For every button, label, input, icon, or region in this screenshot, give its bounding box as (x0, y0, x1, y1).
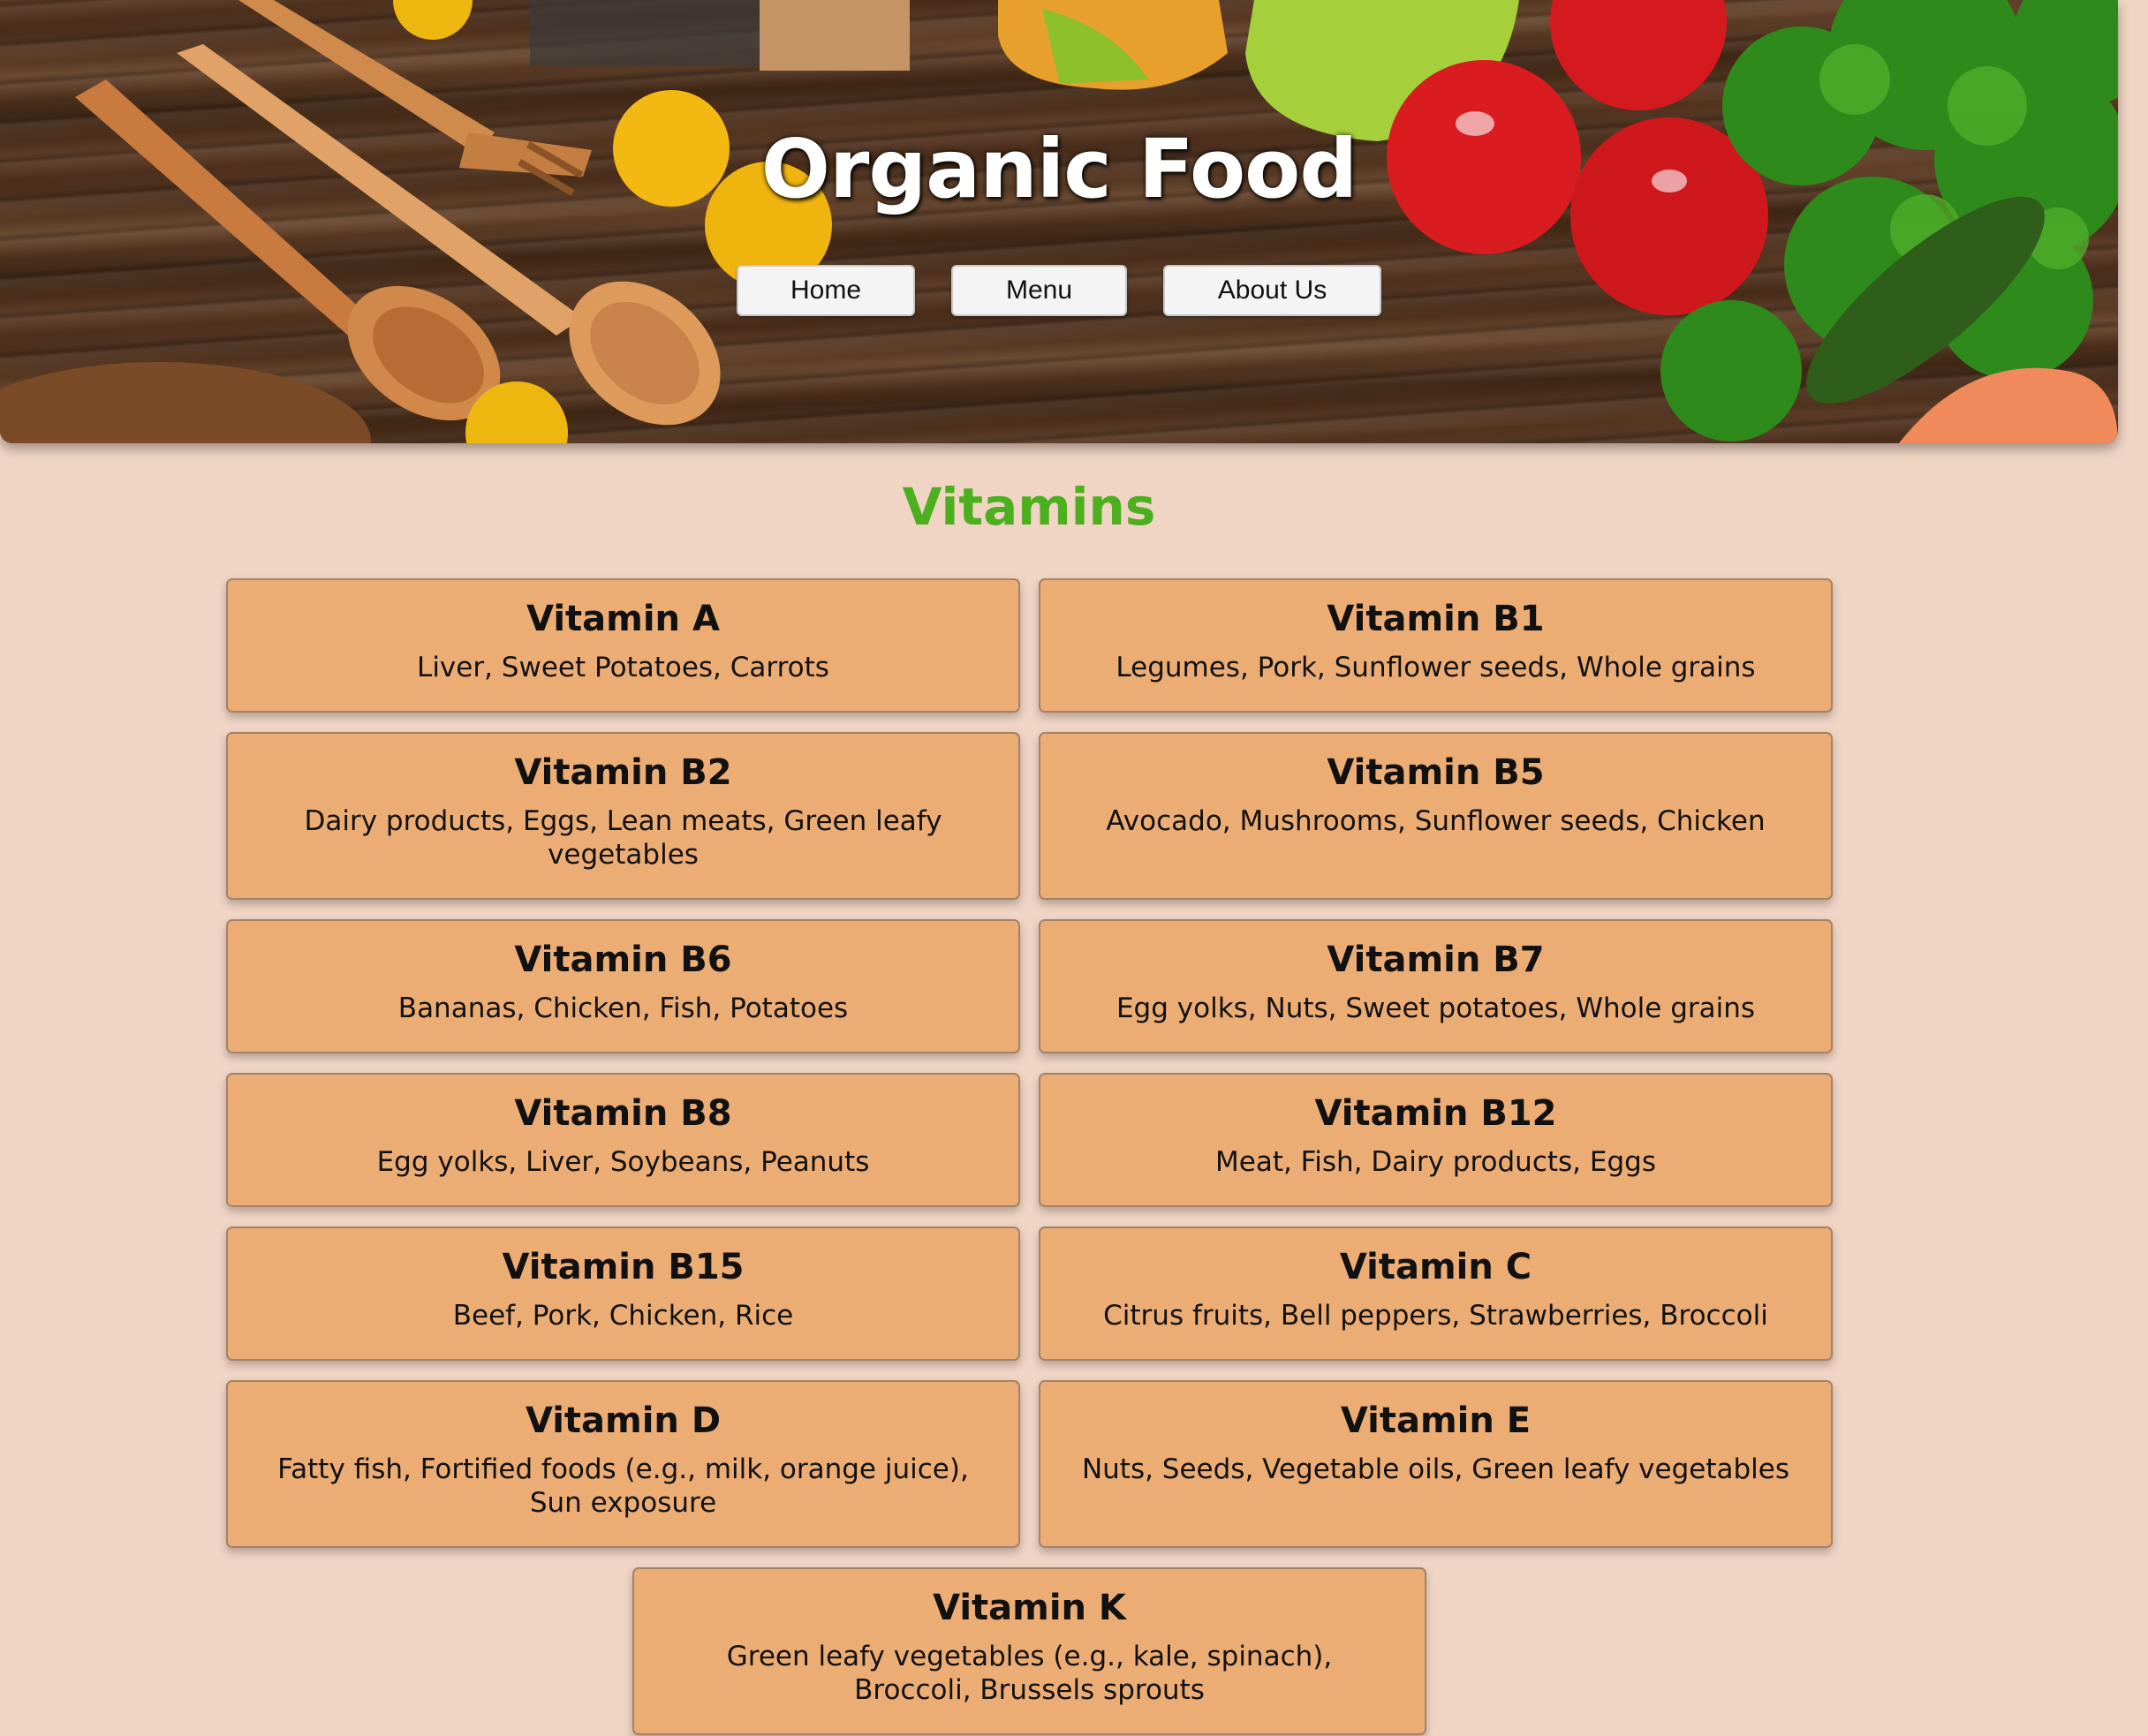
vitamin-sources: Dairy products, Eggs, Lean meats, Green … (304, 805, 942, 871)
vitamin-card-b15: Vitamin B15 Beef, Pork, Chicken, Rice (226, 1227, 1020, 1361)
vitamin-sources: Egg yolks, Nuts, Sweet potatoes, Whole g… (1116, 993, 1756, 1024)
vitamin-name: Vitamin B6 (514, 940, 732, 980)
vitamin-name: Vitamin C (1339, 1247, 1532, 1287)
nav-home-button[interactable]: Home (737, 265, 915, 316)
vitamin-name: Vitamin B15 (502, 1247, 745, 1287)
vitamin-sources: Bananas, Chicken, Fish, Potatoes (397, 993, 849, 1024)
coconut-image (0, 362, 371, 443)
vitamin-card-b5: Vitamin B5 Avocado, Mushrooms, Sunflower… (1039, 732, 1833, 900)
vitamin-sources: Beef, Pork, Chicken, Rice (452, 1300, 794, 1332)
vitamin-sources: Egg yolks, Liver, Soybeans, Peanuts (376, 1146, 870, 1178)
vitamin-name: Vitamin B1 (1327, 599, 1545, 639)
nav-about-us-button[interactable]: About Us (1163, 265, 1381, 316)
vitamin-sources: Citrus fruits, Bell peppers, Strawberrie… (1103, 1300, 1768, 1332)
vitamin-sources: Legumes, Pork, Sunflower seeds, Whole gr… (1116, 652, 1756, 683)
section-heading: Vitamins (902, 477, 1156, 537)
vitamin-card-b6: Vitamin B6 Bananas, Chicken, Fish, Potat… (226, 919, 1020, 1053)
vitamin-sources: Meat, Fish, Dairy products, Eggs (1215, 1146, 1656, 1178)
food-background-image (0, 0, 2118, 443)
vitamin-sources: Liver, Sweet Potatoes, Carrots (417, 652, 829, 683)
vitamin-name: Vitamin B2 (514, 752, 732, 793)
vitamin-name: Vitamin A (526, 599, 720, 639)
vitamin-sources: Fatty fish, Fortified foods (e.g., milk,… (277, 1453, 969, 1519)
vitamin-name: Vitamin B8 (514, 1093, 732, 1134)
site-title: Organic Food (760, 122, 1358, 216)
vitamin-sources: Avocado, Mushrooms, Sunflower seeds, Chi… (1106, 805, 1766, 837)
nav-menu-button[interactable]: Menu (951, 265, 1127, 316)
vitamin-card-a: Vitamin A Liver, Sweet Potatoes, Carrots (226, 578, 1020, 713)
vitamin-card-b8: Vitamin B8 Egg yolks, Liver, Soybeans, P… (226, 1073, 1020, 1207)
hero-banner: Organic Food Home Menu About Us (0, 0, 2118, 443)
vitamin-name: Vitamin B7 (1327, 940, 1545, 980)
vitamin-card-c: Vitamin C Citrus fruits, Bell peppers, S… (1039, 1227, 1833, 1361)
pepper-grinder-image (530, 0, 760, 66)
vitamin-name: Vitamin B5 (1327, 752, 1545, 793)
vitamin-card-k: Vitamin K Green leafy vegetables (e.g., … (632, 1567, 1426, 1735)
vitamin-card-b7: Vitamin B7 Egg yolks, Nuts, Sweet potato… (1039, 919, 1833, 1053)
vitamin-card-b2: Vitamin B2 Dairy products, Eggs, Lean me… (226, 732, 1020, 900)
vitamin-name: Vitamin D (525, 1400, 722, 1441)
vitamin-card-b1: Vitamin B1 Legumes, Pork, Sunflower seed… (1039, 578, 1833, 713)
vitamin-card-e: Vitamin E Nuts, Seeds, Vegetable oils, G… (1039, 1380, 1833, 1548)
vitamin-card-d: Vitamin D Fatty fish, Fortified foods (e… (226, 1380, 1020, 1548)
main-nav: Home Menu About Us (0, 265, 2118, 320)
vitamin-sources: Nuts, Seeds, Vegetable oils, Green leafy… (1081, 1453, 1790, 1485)
vitamin-name: Vitamin K (933, 1588, 1126, 1628)
shrimp-image (1899, 367, 2118, 443)
vitamin-card-b12: Vitamin B12 Meat, Fish, Dairy products, … (1039, 1073, 1833, 1207)
vitamin-sources: Green leafy vegetables (e.g., kale, spin… (726, 1641, 1333, 1706)
vitamin-name: Vitamin E (1340, 1400, 1532, 1441)
vitamin-name: Vitamin B12 (1314, 1093, 1557, 1134)
